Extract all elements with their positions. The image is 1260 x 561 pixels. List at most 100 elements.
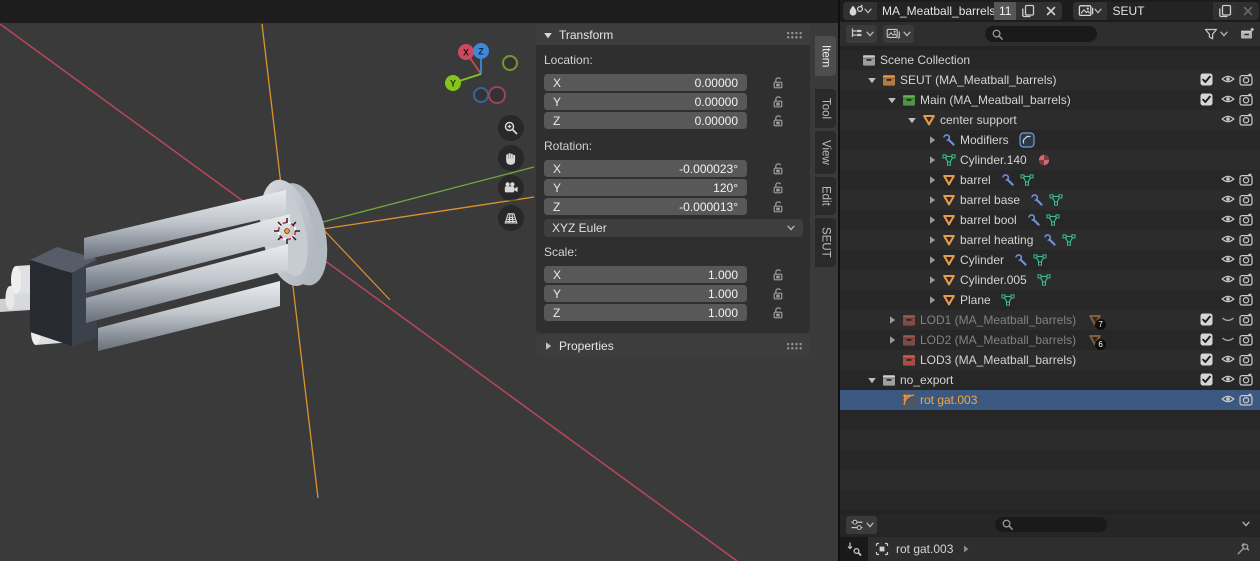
preset-type-browse-button[interactable] [1073,2,1108,20]
pan-hand-button[interactable] [498,145,524,171]
camera-restrict-icon[interactable] [1239,93,1253,106]
lock-open-icon[interactable] [771,114,784,128]
eye-icon[interactable] [1221,253,1235,265]
navigation-gizmo[interactable]: X Z Y [428,30,538,110]
lock-open-icon[interactable] [771,95,784,109]
expand-toggle-icon[interactable] [883,315,900,325]
lock-open-icon[interactable] [771,162,784,176]
lock-open-icon[interactable] [771,268,784,282]
lock-open-icon[interactable] [771,181,784,195]
outliner-row-barrel-base[interactable]: barrel base [840,190,1260,210]
expand-toggle-icon[interactable] [923,255,940,265]
copy-button[interactable] [1016,2,1041,20]
eye-closed-icon[interactable] [1221,333,1235,345]
location-x-field[interactable]: X 0.00000 [544,74,747,91]
expand-toggle-icon[interactable] [883,335,900,345]
camera-restrict-icon[interactable] [1239,193,1253,206]
eye-icon[interactable] [1221,73,1235,85]
checkbox-icon[interactable] [1200,353,1213,366]
location-y-field[interactable]: Y 0.00000 [544,93,747,110]
id-type-browse-button[interactable] [843,2,877,20]
lock-open-icon[interactable] [771,287,784,301]
properties-panel-header[interactable]: Properties [536,335,810,357]
outliner-row-main-ma-meatball-barrels-[interactable]: Main (MA_Meatball_barrels) [840,90,1260,110]
outliner-row-modifiers[interactable]: Modifiers [840,130,1260,150]
expand-toggle-icon[interactable] [923,195,940,205]
camera-restrict-icon[interactable] [1239,273,1253,286]
axis-y-ball[interactable]: Y [445,75,461,91]
zoom-button[interactable] [498,115,524,141]
outliner-row-lod3-ma-meatball-barrels-[interactable]: LOD3 (MA_Meatball_barrels) [840,350,1260,370]
panel-drag-dots[interactable] [786,30,803,39]
eye-closed-icon[interactable] [1221,313,1235,325]
location-z-field[interactable]: Z 0.00000 [544,112,747,129]
camera-restrict-icon[interactable] [1239,333,1253,346]
display-mode-button[interactable] [883,25,914,43]
outliner-row-scene-collection[interactable]: Scene Collection [840,50,1260,70]
checkbox-icon[interactable] [1200,333,1213,346]
scale-z-field[interactable]: Z 1.000 [544,304,747,321]
tab-seut[interactable]: SEUT [815,218,836,267]
outliner-row-cylinder-140[interactable]: Cylinder.140 [840,150,1260,170]
eye-icon[interactable] [1221,373,1235,385]
tab-view[interactable]: View [815,131,836,175]
camera-restrict-icon[interactable] [1239,253,1253,266]
lock-open-icon[interactable] [771,200,784,214]
expand-toggle-icon[interactable] [923,295,940,305]
outliner-row-seut-ma-meatball-barrels-[interactable]: SEUT (MA_Meatball_barrels) [840,70,1260,90]
expand-toggle-icon[interactable] [923,135,940,145]
toggle-grid-button[interactable] [498,205,524,231]
chevron-down-icon[interactable] [1242,521,1250,527]
lock-open-icon[interactable] [771,306,784,320]
eye-icon[interactable] [1221,273,1235,285]
scale-x-field[interactable]: X 1.000 [544,266,747,283]
tab-item[interactable]: Item [815,36,836,77]
expand-toggle-icon[interactable] [923,155,940,165]
pin-icon[interactable] [1236,542,1250,556]
preset-name-field[interactable]: SEUT [1107,2,1214,20]
rotation-z-field[interactable]: Z -0.000013° [544,198,747,215]
expand-toggle-icon[interactable] [923,175,940,185]
active-tool-tab-icon[interactable] [846,541,862,557]
tab-edit[interactable]: Edit [815,177,836,216]
new-collection-button[interactable] [1237,25,1257,43]
outliner-row-center-support[interactable]: center support [840,110,1260,130]
camera-restrict-icon[interactable] [1239,173,1253,186]
rotation-y-field[interactable]: Y 120° [544,179,747,196]
3d-model-heating-element[interactable] [0,172,336,351]
tab-tool[interactable]: Tool [815,89,836,129]
eye-icon[interactable] [1221,173,1235,185]
camera-restrict-icon[interactable] [1239,373,1253,386]
eye-icon[interactable] [1221,93,1235,105]
copy-button[interactable] [1213,2,1238,20]
camera-restrict-icon[interactable] [1239,393,1253,406]
axis-z-ball[interactable]: Z [473,43,489,59]
lock-open-icon[interactable] [771,76,784,90]
filter-button[interactable] [1200,25,1232,43]
eye-icon[interactable] [1221,193,1235,205]
rotation-x-field[interactable]: X -0.000023° [544,160,747,177]
axis-y-neg-ball[interactable] [502,55,518,71]
unlink-button[interactable] [1040,2,1063,20]
properties-search-input[interactable] [995,517,1107,532]
eye-icon[interactable] [1221,233,1235,245]
eye-icon[interactable] [1221,213,1235,225]
outliner-row-barrel[interactable]: barrel [840,170,1260,190]
expand-toggle-icon[interactable] [863,75,880,85]
outliner-row-lod1-ma-meatball-barrels-[interactable]: LOD1 (MA_Meatball_barrels) 7 [840,310,1260,330]
eye-icon[interactable] [1221,293,1235,305]
panel-drag-dots[interactable] [786,342,803,350]
camera-restrict-icon[interactable] [1239,313,1253,326]
camera-restrict-icon[interactable] [1239,213,1253,226]
users-count-badge[interactable]: 11 [994,2,1017,20]
checkbox-icon[interactable] [1200,373,1213,386]
outliner-search-input[interactable] [985,26,1097,42]
outliner-row-cylinder-005[interactable]: Cylinder.005 [840,270,1260,290]
rotation-mode-dropdown[interactable]: XYZ Euler [544,219,803,237]
camera-restrict-icon[interactable] [1239,113,1253,126]
camera-restrict-icon[interactable] [1239,233,1253,246]
axis-x-ball[interactable]: X [458,44,474,60]
editor-type-button[interactable] [846,25,877,43]
checkbox-icon[interactable] [1200,73,1213,86]
camera-view-button[interactable] [498,175,524,201]
